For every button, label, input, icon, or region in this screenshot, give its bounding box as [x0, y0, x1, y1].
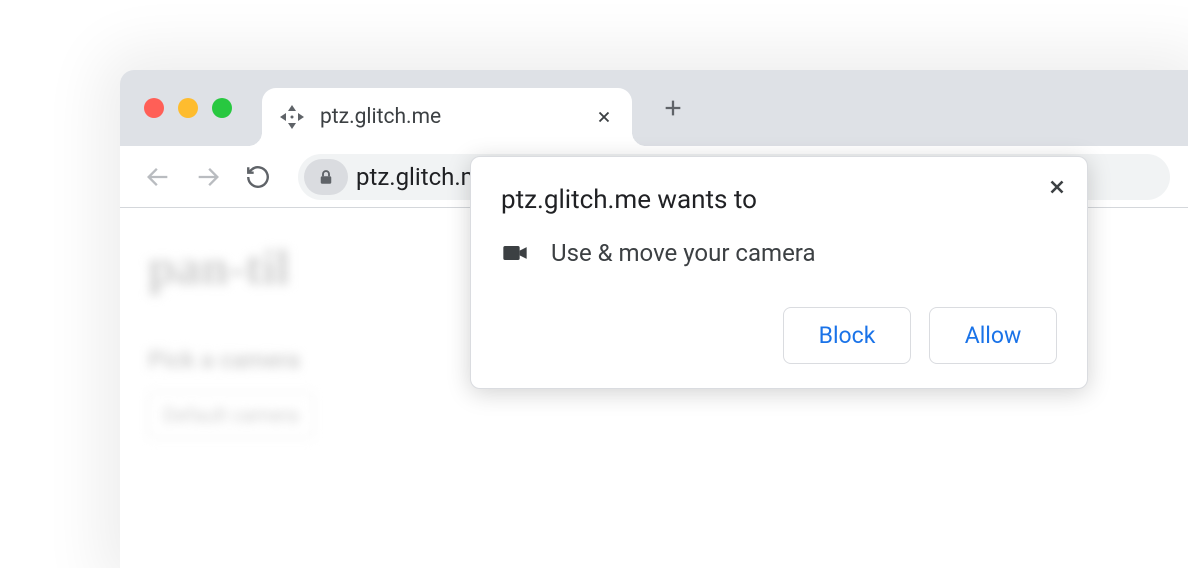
window-controls: [144, 98, 232, 118]
camera-icon: [501, 239, 529, 267]
reload-button[interactable]: [238, 157, 278, 197]
site-info-button[interactable]: [304, 159, 348, 195]
browser-tab[interactable]: ptz.glitch.me: [262, 88, 632, 146]
allow-button[interactable]: Allow: [929, 307, 1057, 364]
prompt-title: ptz.glitch.me wants to: [501, 185, 1057, 215]
permission-row: Use & move your camera: [501, 239, 1057, 267]
camera-select[interactable]: Default camera: [148, 392, 314, 438]
arrow-right-icon: [194, 163, 222, 191]
lock-icon: [317, 168, 335, 186]
tab-favicon-move-icon: [280, 105, 304, 129]
reload-icon: [245, 164, 271, 190]
prompt-close-button[interactable]: [1045, 175, 1069, 199]
close-icon: [595, 108, 613, 126]
tab-strip: ptz.glitch.me: [120, 70, 1188, 146]
new-tab-button[interactable]: [662, 97, 684, 119]
tab-close-button[interactable]: [594, 107, 614, 127]
block-button[interactable]: Block: [783, 307, 911, 364]
close-icon: [1046, 176, 1068, 198]
permission-text: Use & move your camera: [551, 239, 816, 267]
prompt-actions: Block Allow: [501, 307, 1057, 364]
forward-button[interactable]: [188, 157, 228, 197]
permission-prompt: ptz.glitch.me wants to Use & move your c…: [470, 156, 1088, 389]
window-close-button[interactable]: [144, 98, 164, 118]
tab-title: ptz.glitch.me: [320, 105, 594, 129]
browser-window: ptz.glitch.me ptz.glitch.me pan-til: [120, 70, 1188, 568]
plus-icon: [662, 97, 684, 119]
window-minimize-button[interactable]: [178, 98, 198, 118]
arrow-left-icon: [144, 163, 172, 191]
back-button[interactable]: [138, 157, 178, 197]
window-zoom-button[interactable]: [212, 98, 232, 118]
